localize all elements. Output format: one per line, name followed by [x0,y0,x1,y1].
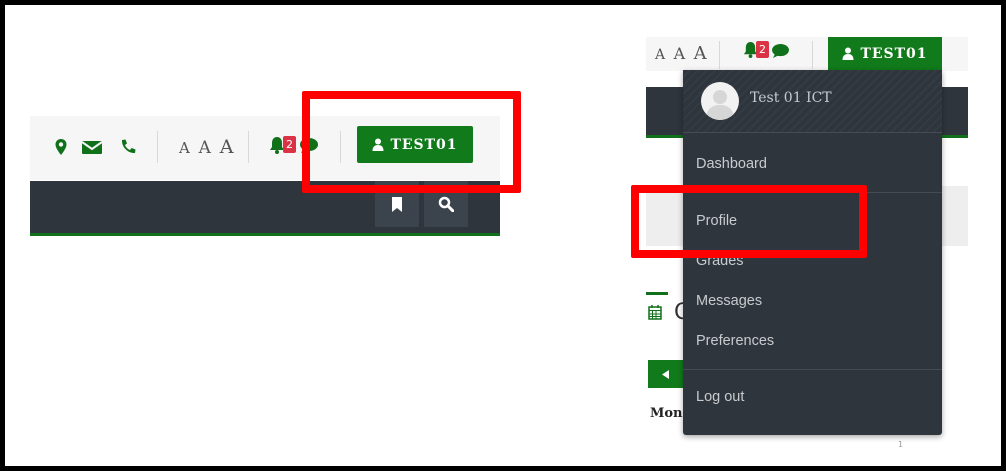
font-size-large-button[interactable]: A [694,43,709,64]
comment-icon[interactable] [771,43,790,59]
separator [812,41,813,69]
calendar-icon [648,305,662,320]
notification-badge: 2 [283,136,296,153]
chevron-left-icon [662,369,669,379]
search-icon [438,196,454,212]
font-size-controls: A A A [655,43,709,65]
font-size-medium-button[interactable]: A [674,44,688,63]
tab-indicator [646,292,668,295]
highlight-box-profile [631,185,867,258]
notification-badge: 2 [756,41,769,58]
calendar-day: 1 [898,440,904,449]
font-size-medium-button[interactable]: A [199,138,213,158]
menu-item-preferences[interactable]: Preferences [696,333,774,349]
font-size-small-button[interactable]: A [179,139,192,157]
menu-item-dashboard[interactable]: Dashboard [696,156,767,172]
menu-item-messages[interactable]: Messages [696,293,762,309]
user-card: Test 01 ICT [683,70,942,133]
user-icon [842,47,854,60]
separator [157,131,158,163]
font-size-small-button[interactable]: A [655,47,667,63]
bookmark-icon [392,196,402,212]
phone-icon[interactable] [119,138,137,156]
envelope-icon[interactable] [81,138,103,156]
font-size-large-button[interactable]: A [220,136,236,158]
avatar [701,82,739,120]
user-menu-label: TEST01 [860,45,928,62]
highlight-box-user-button [302,91,521,193]
divider [683,369,942,370]
weekday-header: Mon [650,406,683,421]
menu-item-logout[interactable]: Log out [696,389,744,405]
map-marker-icon[interactable] [52,138,70,156]
avatar-silhouette-icon [706,90,734,120]
font-size-controls: A A A [179,134,235,160]
user-menu-button[interactable]: TEST01 [828,37,942,70]
separator [719,41,720,69]
previous-month-button[interactable] [648,360,684,388]
separator [248,131,249,163]
user-fullname: Test 01 ICT [750,90,832,106]
